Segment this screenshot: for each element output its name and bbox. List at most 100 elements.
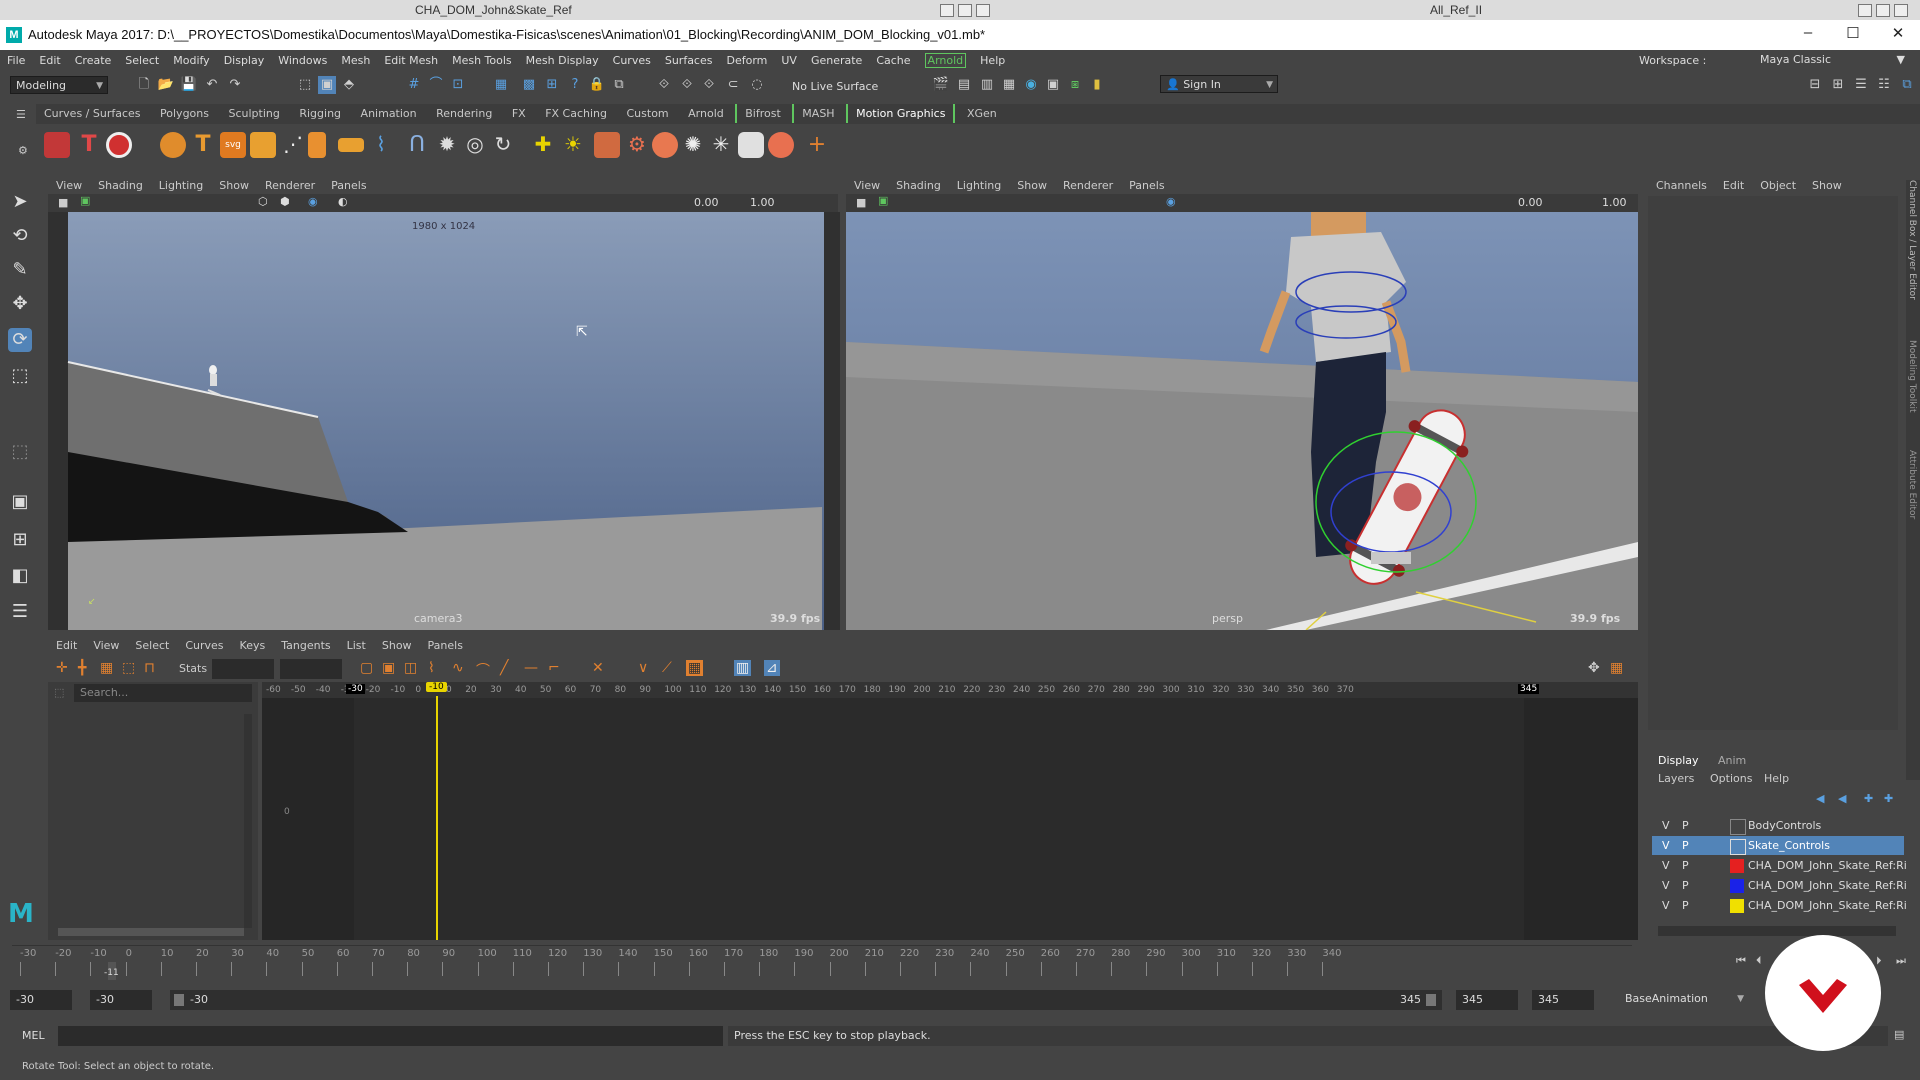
- outliner-hscrollbar[interactable]: [58, 928, 244, 936]
- maximize-button[interactable]: ☐: [1833, 24, 1873, 46]
- nucleus-icon[interactable]: ✚: [530, 132, 556, 158]
- menu-display[interactable]: Display: [224, 54, 265, 67]
- go-to-end-icon[interactable]: ⏭: [1896, 954, 1906, 968]
- sphere-orange-icon[interactable]: [160, 132, 186, 158]
- command-language-toggle[interactable]: MEL: [22, 1029, 45, 1042]
- layer-playback[interactable]: P: [1682, 859, 1689, 872]
- repro-icon[interactable]: ↻: [490, 132, 516, 158]
- menu-create[interactable]: Create: [75, 54, 112, 67]
- menu-windows[interactable]: Windows: [278, 54, 327, 67]
- svg-icon[interactable]: svg: [220, 132, 246, 158]
- stats-field-2[interactable]: [280, 659, 342, 679]
- outliner-layout-icon[interactable]: ☰: [8, 600, 32, 624]
- free-weight-icon[interactable]: ⟋: [662, 660, 672, 676]
- stats-field-1[interactable]: [212, 659, 274, 679]
- tool-settings-icon[interactable]: ☰: [1852, 76, 1870, 94]
- menu-edit[interactable]: Edit: [39, 54, 60, 67]
- linear-tangent-icon[interactable]: ╱: [500, 660, 508, 676]
- input-ops-icon[interactable]: ⟐: [655, 76, 673, 94]
- text-tool-icon[interactable]: T: [76, 132, 102, 158]
- ge-menu-tangents[interactable]: Tangents: [281, 639, 330, 652]
- wireframe-icon[interactable]: ⬡: [258, 195, 268, 208]
- bullet-icon[interactable]: [738, 132, 764, 158]
- layer-row-ref-red[interactable]: V P CHA_DOM_John_Skate_Ref:Ri: [1652, 856, 1907, 875]
- move-key-icon[interactable]: ✛: [56, 660, 68, 676]
- ge-menu-keys[interactable]: Keys: [240, 639, 266, 652]
- auto-tangent-icon[interactable]: ⌇: [428, 660, 435, 676]
- select-object-icon[interactable]: ▣: [318, 76, 336, 94]
- cb-menu-channels[interactable]: Channels: [1656, 179, 1707, 192]
- layer-color-swatch[interactable]: [1730, 839, 1746, 855]
- shelf-tab-rendering[interactable]: Rendering: [428, 104, 500, 123]
- shelf-tab-xgen[interactable]: XGen: [959, 104, 1005, 123]
- menu-help[interactable]: Help: [980, 54, 1005, 67]
- new-scene-icon[interactable]: 🗋: [135, 76, 153, 94]
- shelf-tab-mash[interactable]: MASH: [792, 104, 842, 123]
- rotate-tool-icon[interactable]: ⟳: [8, 328, 32, 352]
- spline-tangent-icon[interactable]: ∿: [452, 660, 464, 676]
- side-tab-attribute-editor[interactable]: Attribute Editor: [1907, 450, 1917, 519]
- layer-row-skate-controls[interactable]: V P Skate_Controls: [1652, 836, 1904, 855]
- menu-deform[interactable]: Deform: [726, 54, 767, 67]
- move-layer-down-icon[interactable]: ◀: [1838, 792, 1846, 805]
- starburst-icon[interactable]: ✳: [708, 132, 734, 158]
- arnold-render-icon[interactable]: ⧆: [1066, 76, 1084, 94]
- command-input[interactable]: [58, 1026, 723, 1046]
- light-editor-icon[interactable]: ▮: [1088, 76, 1106, 94]
- menu-curves[interactable]: Curves: [613, 54, 651, 67]
- lock-camera-icon[interactable]: ▣: [80, 194, 90, 207]
- camera-icon[interactable]: ■: [58, 196, 68, 209]
- layer-playback[interactable]: P: [1682, 899, 1689, 912]
- particles-icon[interactable]: ✺: [680, 132, 706, 158]
- channel-box-icon[interactable]: ☷: [1875, 76, 1893, 94]
- render-current-icon[interactable]: ▤: [955, 76, 973, 94]
- layer-row-ref-blue[interactable]: V P CHA_DOM_John_Skate_Ref:Ri: [1652, 876, 1907, 895]
- layer-tab-display[interactable]: Display: [1658, 754, 1699, 767]
- exposure-value[interactable]: 0.00: [694, 196, 719, 209]
- minimize-button[interactable]: –: [1788, 24, 1828, 46]
- bevel-icon[interactable]: [308, 132, 326, 158]
- menu-surfaces[interactable]: Surfaces: [665, 54, 713, 67]
- shelf-settings-icon[interactable]: ⚙: [18, 144, 28, 157]
- playback-end-field[interactable]: 345: [1456, 990, 1518, 1010]
- shelf-tab-animation[interactable]: Animation: [353, 104, 425, 123]
- right-menu-view[interactable]: View: [854, 179, 880, 192]
- shelf-tab-fx[interactable]: FX: [504, 104, 534, 123]
- select-tool-icon[interactable]: ➤: [8, 190, 32, 214]
- outliner-scrollbar[interactable]: [244, 714, 252, 928]
- sign-in-button[interactable]: 👤 Sign In ▼: [1160, 75, 1278, 93]
- layer-playback[interactable]: P: [1682, 819, 1689, 832]
- viewport-persp[interactable]: persp 39.9 fps: [846, 212, 1638, 630]
- viewport-camera3[interactable]: ↙ 1980 x 1024 camera3 39.9 fps ⇱: [48, 212, 840, 630]
- frame-selection-icon[interactable]: ▣: [382, 660, 395, 676]
- select-component-icon[interactable]: ⬘: [340, 76, 358, 94]
- left-menu-panels[interactable]: Panels: [331, 179, 366, 192]
- construction-history-icon[interactable]: ⟐: [700, 76, 718, 94]
- render-setup-icon[interactable]: ▣: [1044, 76, 1062, 94]
- sun-light-icon[interactable]: ☀: [560, 132, 586, 158]
- shelf-tab-polygons[interactable]: Polygons: [152, 104, 217, 123]
- left-menu-shading[interactable]: Shading: [98, 179, 143, 192]
- distribute-icon[interactable]: ◎: [462, 132, 488, 158]
- exposure-value[interactable]: 0.00: [1518, 196, 1543, 209]
- layer-visibility[interactable]: V: [1662, 819, 1670, 832]
- menu-select[interactable]: Select: [125, 54, 159, 67]
- snap-view-plane-icon[interactable]: ▦: [492, 76, 510, 94]
- four-view-icon[interactable]: ⊞: [8, 528, 32, 552]
- ghost2-maximize-icon[interactable]: [1876, 4, 1890, 17]
- cb-menu-show[interactable]: Show: [1812, 179, 1842, 192]
- layer-menu-options[interactable]: Options: [1710, 772, 1752, 785]
- ge-menu-list[interactable]: List: [347, 639, 366, 652]
- render-settings-icon[interactable]: ▦: [1000, 76, 1018, 94]
- break-tangent-icon[interactable]: ✕: [592, 660, 604, 676]
- layer-color-swatch[interactable]: [1730, 899, 1744, 913]
- layer-editor-icon[interactable]: ⧉: [1898, 76, 1916, 94]
- hypershade-icon[interactable]: ◉: [1022, 76, 1040, 94]
- search-input[interactable]: Search...: [74, 684, 252, 702]
- last-tool-icon[interactable]: ⬚: [8, 440, 32, 464]
- layer-playback[interactable]: P: [1682, 839, 1689, 852]
- auto-load-icon[interactable]: ▥: [734, 660, 752, 676]
- ge-menu-panels[interactable]: Panels: [428, 639, 463, 652]
- output-ops-icon[interactable]: ⟐: [678, 76, 696, 94]
- snap-surface-icon[interactable]: ▩: [520, 76, 538, 94]
